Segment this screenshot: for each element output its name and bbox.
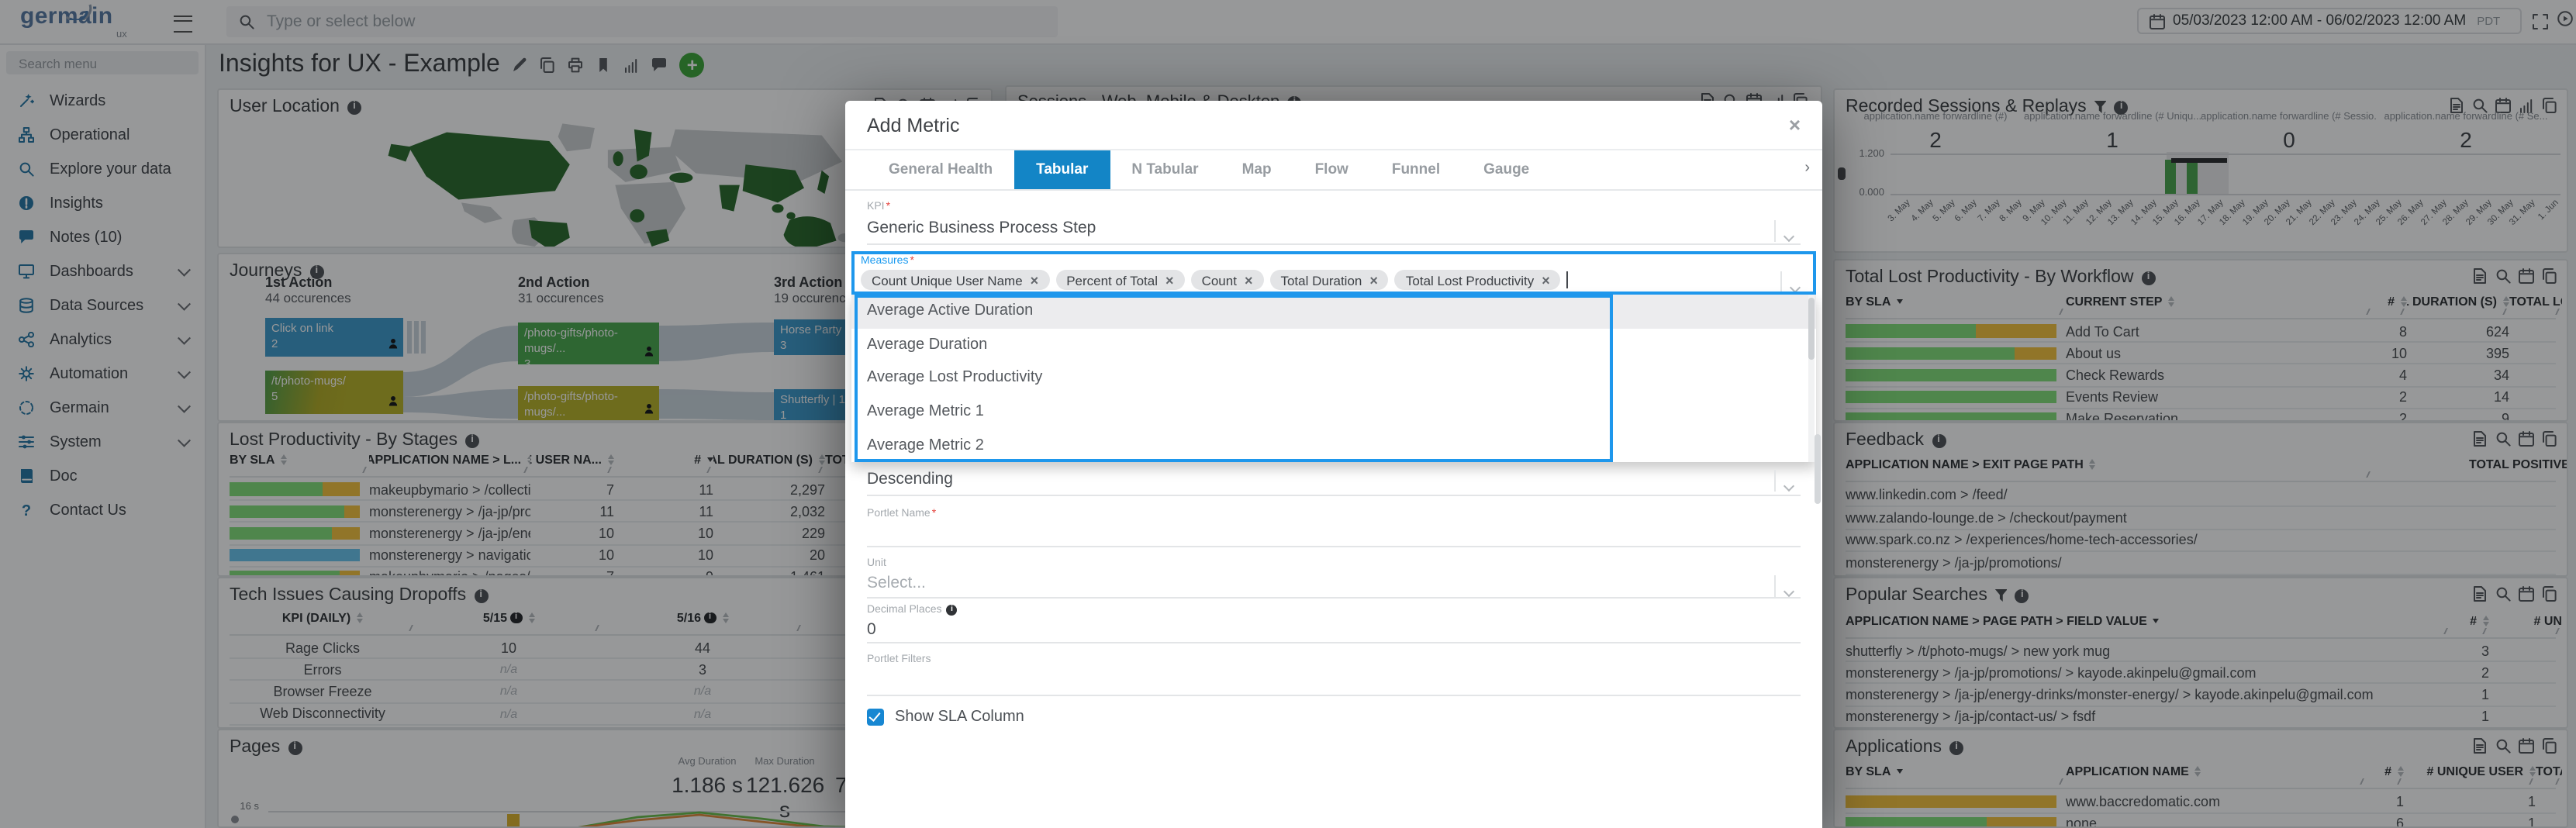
chevron-down-icon[interactable] bbox=[1780, 271, 1807, 293]
measures-dropdown: Average Active DurationAverage DurationA… bbox=[851, 295, 1816, 462]
dropdown-scrollbar[interactable] bbox=[1808, 295, 1815, 462]
chip-remove-icon[interactable]: × bbox=[1369, 272, 1378, 288]
kpi-value: Generic Business Process Step bbox=[867, 219, 1801, 237]
chevron-down-icon[interactable] bbox=[1774, 470, 1801, 492]
tab-n-tabular[interactable]: N Tabular bbox=[1110, 150, 1220, 189]
measure-chip[interactable]: Total Duration × bbox=[1269, 270, 1388, 290]
portlet-name-field[interactable]: Portlet Name* bbox=[867, 509, 1801, 547]
sort-field[interactable]: Descending bbox=[867, 470, 1801, 496]
measure-chip[interactable]: Count × bbox=[1191, 270, 1264, 290]
chip-remove-icon[interactable]: × bbox=[1542, 272, 1550, 288]
dropdown-option[interactable]: Average Metric 1 bbox=[851, 395, 1816, 429]
chevron-down-icon[interactable] bbox=[1774, 575, 1801, 597]
checkbox-icon[interactable] bbox=[867, 709, 884, 726]
measure-chip[interactable]: Count Unique User Name × bbox=[861, 270, 1049, 290]
tab-general-health[interactable]: General Health bbox=[867, 150, 1014, 189]
info-icon[interactable]: i bbox=[947, 605, 958, 616]
unit-placeholder: Select... bbox=[867, 574, 1801, 592]
chip-label: Count bbox=[1202, 272, 1237, 288]
dropdown-option[interactable]: Average Metric 2 bbox=[851, 429, 1816, 462]
show-sla-checkbox[interactable]: Show SLA Column bbox=[867, 709, 1024, 726]
add-metric-modal: Add Metric × General HealthTabularN Tabu… bbox=[845, 101, 1822, 828]
tab-gauge[interactable]: Gauge bbox=[1462, 150, 1551, 189]
portlet-filters-field[interactable]: Portlet Filters bbox=[867, 654, 1801, 696]
chip-label: Total Lost Productivity bbox=[1406, 272, 1534, 288]
tab-map[interactable]: Map bbox=[1221, 150, 1293, 189]
close-icon[interactable]: × bbox=[1789, 115, 1801, 135]
chip-label: Count Unique User Name bbox=[872, 272, 1023, 288]
chip-remove-icon[interactable]: × bbox=[1165, 272, 1174, 288]
decimal-value: 0 bbox=[867, 620, 1801, 639]
modal-title: Add Metric bbox=[867, 114, 960, 136]
tab-funnel[interactable]: Funnel bbox=[1370, 150, 1462, 189]
measure-chip[interactable]: Percent of Total × bbox=[1055, 270, 1184, 290]
modal-body: KPI* Generic Business Process Step Measu… bbox=[867, 188, 1801, 828]
app-root: germain ux 05/03/2023 12:00 AM - 06/02/2… bbox=[0, 0, 2576, 828]
chip-remove-icon[interactable]: × bbox=[1245, 272, 1253, 288]
unit-field[interactable]: Unit Select... bbox=[867, 558, 1801, 599]
chevron-down-icon[interactable] bbox=[1774, 220, 1801, 242]
tab-flow[interactable]: Flow bbox=[1293, 150, 1370, 189]
measures-field[interactable]: Measures* Count Unique User Name×Percent… bbox=[861, 256, 1807, 290]
modal-tabs: General HealthTabularN TabularMapFlowFun… bbox=[845, 149, 1822, 191]
tab-tabular[interactable]: Tabular bbox=[1014, 150, 1110, 189]
chip-label: Total Duration bbox=[1280, 272, 1362, 288]
checkbox-label: Show SLA Column bbox=[895, 709, 1024, 726]
dropdown-option[interactable]: Average Active Duration bbox=[851, 295, 1816, 328]
dropdown-option[interactable]: Average Duration bbox=[851, 328, 1816, 361]
decimal-places-field[interactable]: Decimal Placesi 0 bbox=[867, 605, 1801, 643]
sort-value: Descending bbox=[867, 470, 1801, 488]
dropdown-option[interactable]: Average Lost Productivity bbox=[851, 361, 1816, 395]
more-tabs-chevron-icon[interactable]: › bbox=[1804, 160, 1810, 177]
kpi-field[interactable]: KPI* Generic Business Process Step bbox=[867, 202, 1801, 245]
modal-scrollbar[interactable] bbox=[1815, 434, 1821, 504]
chip-remove-icon[interactable]: × bbox=[1031, 272, 1039, 288]
text-cursor bbox=[1567, 271, 1569, 288]
measure-chip[interactable]: Total Lost Productivity × bbox=[1395, 270, 1561, 290]
chip-label: Percent of Total bbox=[1066, 272, 1158, 288]
